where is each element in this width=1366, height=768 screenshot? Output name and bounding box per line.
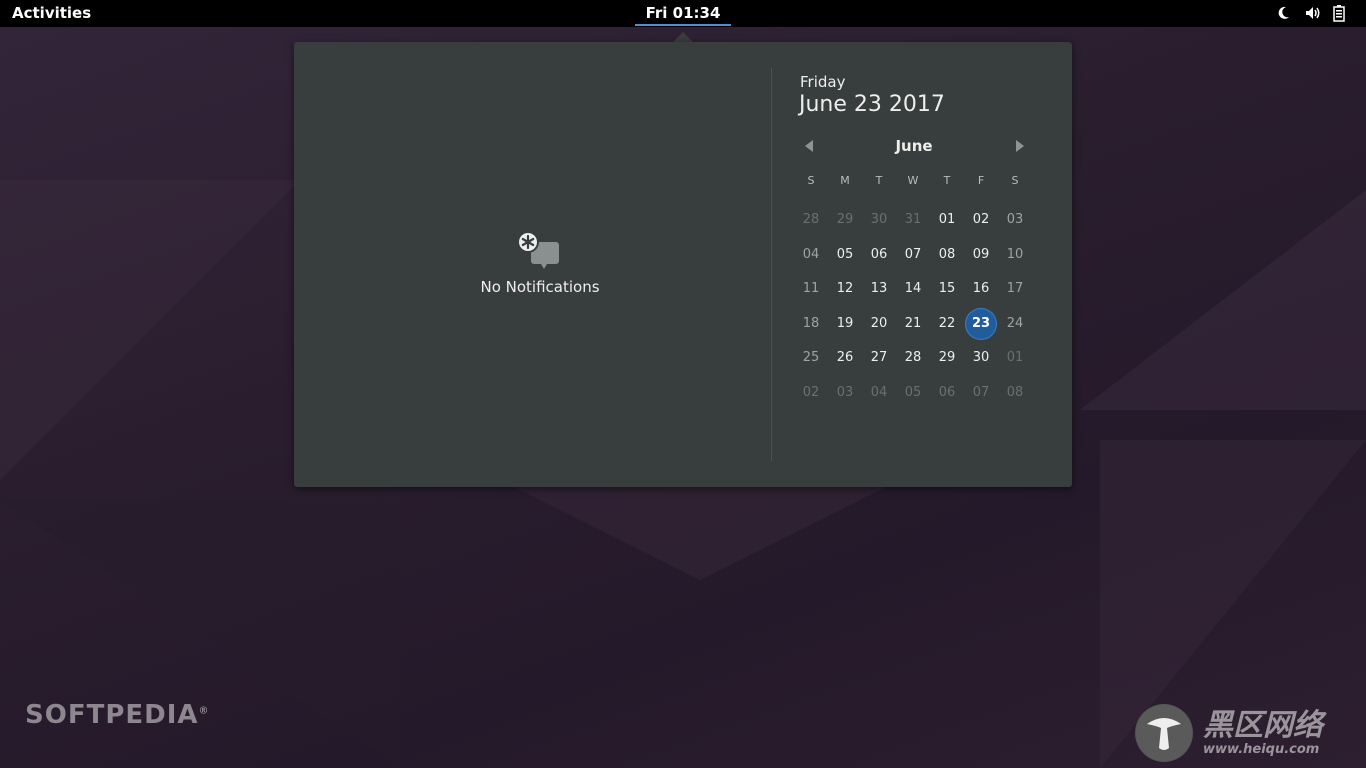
top-bar: Activities Fri 01:34 [0, 0, 1366, 27]
softpedia-watermark: SOFTPEDIA® [25, 700, 210, 730]
calendar-day[interactable]: 05 [897, 377, 929, 409]
calendar-day[interactable]: 20 [863, 308, 895, 340]
calendar-day[interactable]: 17 [999, 273, 1031, 305]
calendar-day[interactable]: 01 [931, 204, 963, 236]
system-tray[interactable] [1276, 4, 1348, 22]
calendar-day[interactable]: 25 [795, 342, 827, 374]
calendar-day[interactable]: 04 [863, 377, 895, 409]
clock-button[interactable]: Fri 01:34 [635, 4, 731, 22]
calendar-day[interactable]: 19 [829, 308, 861, 340]
heiqu-title: 黑区网络 [1203, 707, 1323, 743]
month-navigation: June [794, 134, 1034, 158]
weekday-header: T [875, 174, 883, 187]
calendar-day[interactable]: 31 [897, 204, 929, 236]
calendar-day[interactable]: 29 [931, 342, 963, 374]
calendar-day[interactable]: 08 [931, 239, 963, 271]
weekday-header: W [907, 174, 919, 187]
next-month-button[interactable] [1016, 140, 1024, 152]
calendar-day[interactable]: 05 [829, 239, 861, 271]
calendar-day[interactable]: 06 [863, 239, 895, 271]
calendar-day[interactable]: 02 [795, 377, 827, 409]
date-menu-popup: No Notifications Friday June 23 2017 Jun… [294, 42, 1072, 487]
calendar-day[interactable]: 12 [829, 273, 861, 305]
calendar-day[interactable]: 04 [795, 239, 827, 271]
weekday-header: M [840, 174, 850, 187]
battery-icon [1332, 4, 1348, 22]
softpedia-registered-mark: ® [198, 705, 210, 717]
calendar-day[interactable]: 11 [795, 273, 827, 305]
calendar-day[interactable]: 29 [829, 204, 861, 236]
calendar-day[interactable]: 13 [863, 273, 895, 305]
weekday-header: S [1011, 174, 1019, 187]
calendar-day[interactable]: 28 [897, 342, 929, 374]
calendar-day[interactable]: 18 [795, 308, 827, 340]
softpedia-watermark-text: SOFTPEDIA [25, 700, 199, 730]
notifications-empty-icon [517, 231, 563, 276]
calendar-day[interactable]: 30 [965, 342, 997, 374]
weekday-header: S [807, 174, 815, 187]
calendar-day[interactable]: 07 [897, 239, 929, 271]
night-light-icon [1276, 4, 1292, 22]
calendar-day[interactable]: 01 [999, 342, 1031, 374]
calendar-day[interactable]: 08 [999, 377, 1031, 409]
calendar-day[interactable]: 15 [931, 273, 963, 305]
calendar-day[interactable]: 24 [999, 308, 1031, 340]
notification-area: No Notifications [454, 231, 626, 296]
calendar-day[interactable]: 28 [795, 204, 827, 236]
calendar-day[interactable]: 30 [863, 204, 895, 236]
background-facet [500, 480, 900, 580]
heiqu-logo-icon [1135, 704, 1193, 762]
background-facet [0, 180, 300, 480]
calendar-day[interactable]: 09 [965, 239, 997, 271]
weekday-label[interactable]: Friday [800, 73, 845, 91]
weekday-header: F [977, 174, 985, 187]
calendar-day[interactable]: 14 [897, 273, 929, 305]
clock-active-indicator [635, 24, 731, 26]
heiqu-url: www.heiqu.com [1203, 741, 1320, 757]
calendar-day[interactable]: 06 [931, 377, 963, 409]
weekday-header: T [943, 174, 951, 187]
calendar-day[interactable]: 03 [999, 204, 1031, 236]
background-facet [1080, 190, 1366, 410]
heiqu-watermark: 黑区网络 www.heiqu.com [1135, 704, 1323, 762]
calendar-day[interactable]: 03 [829, 377, 861, 409]
volume-icon [1304, 4, 1320, 22]
month-label: June [895, 137, 933, 155]
calendar-day[interactable]: 02 [965, 204, 997, 236]
calendar-day[interactable]: 27 [863, 342, 895, 374]
calendar-day[interactable]: 21 [897, 308, 929, 340]
calendar-day[interactable]: 26 [829, 342, 861, 374]
no-notifications-label: No Notifications [480, 278, 600, 296]
calendar-day[interactable]: 16 [965, 273, 997, 305]
activities-button[interactable]: Activities [12, 4, 91, 22]
calendar-day[interactable]: 07 [965, 377, 997, 409]
calendar-day[interactable]: 22 [931, 308, 963, 340]
calendar-day-today[interactable]: 23 [965, 307, 997, 340]
full-date-label[interactable]: June 23 2017 [799, 92, 945, 117]
calendar-day[interactable]: 10 [999, 239, 1031, 271]
popup-divider [771, 68, 772, 461]
